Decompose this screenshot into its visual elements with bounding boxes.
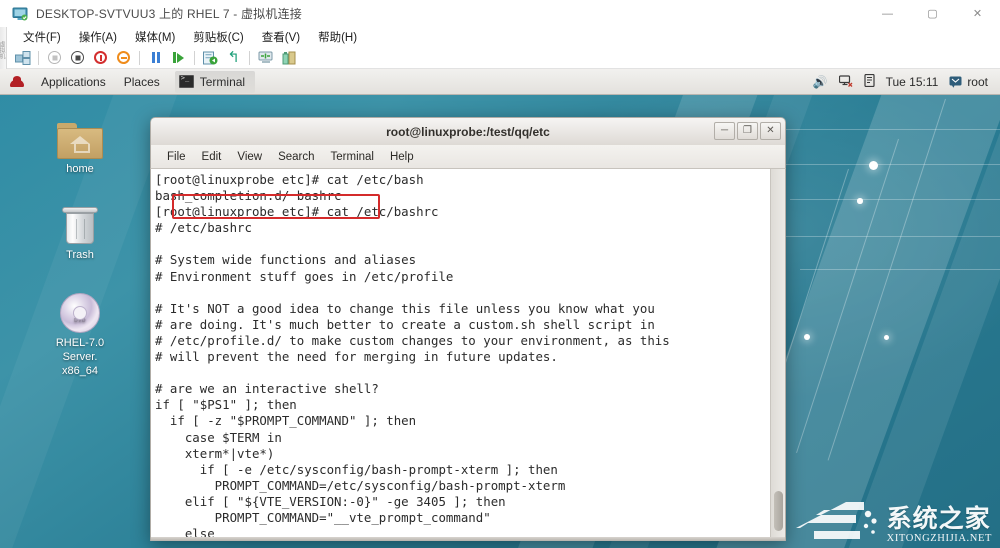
volume-icon[interactable]: 🔊 — [813, 76, 828, 88]
terminal-title: root@linuxprobe:/test/qq/etc — [386, 124, 550, 139]
menu-clipboard[interactable]: 剪贴板(C) — [184, 27, 252, 47]
terminal-menu-file[interactable]: File — [159, 149, 194, 165]
terminal-window-buttons: ─ ❐ ✕ — [714, 122, 781, 140]
hyperv-window-buttons: — ▢ ✕ — [865, 0, 1000, 27]
user-status-icon — [949, 76, 962, 88]
toolbar-separator — [38, 50, 39, 65]
power-off-icon[interactable] — [90, 48, 111, 68]
terminal-scrollbar-thumb[interactable] — [774, 491, 783, 531]
folder-home-icon — [37, 111, 123, 159]
terminal-icon — [178, 74, 194, 88]
terminal-output-text: [root@linuxprobe etc]# cat /etc/bash bas… — [155, 172, 670, 541]
save-state-icon[interactable] — [113, 48, 134, 68]
watermark-english: XITONGZHIJIA.NET — [886, 533, 992, 544]
ctrl-alt-del-icon[interactable] — [12, 48, 33, 68]
terminal-output-area[interactable]: [root@linuxprobe etc]# cat /etc/bash bas… — [150, 169, 786, 541]
desktop-icon-rhel-dvd-label: RHEL-7.0 Server. x86_64 — [55, 337, 105, 377]
minimize-button[interactable]: — — [865, 0, 910, 27]
terminal-minimize-button[interactable]: ─ — [714, 122, 735, 140]
settings-icon[interactable] — [278, 48, 299, 68]
resume-icon[interactable] — [168, 48, 189, 68]
toolbar-separator — [194, 50, 195, 65]
network-disconnected-icon[interactable] — [838, 74, 853, 89]
desktop-icon-trash-label: Trash — [66, 249, 94, 261]
terminal-bottom-edge — [150, 537, 786, 541]
pause-icon[interactable] — [145, 48, 166, 68]
user-menu[interactable]: root — [949, 75, 988, 89]
applications-menu[interactable]: Applications — [32, 75, 115, 89]
menu-action[interactable]: 操作(A) — [70, 27, 126, 47]
site-watermark: 系统之家 XITONGZHIJIA.NET — [794, 498, 992, 544]
enhanced-session-icon[interactable] — [255, 48, 276, 68]
terminal-menu-help[interactable]: Help — [382, 149, 422, 165]
terminal-menu-search[interactable]: Search — [270, 149, 322, 165]
clock[interactable]: Tue 15:11 — [886, 75, 939, 89]
redhat-logo-icon — [9, 75, 25, 88]
menu-media[interactable]: 媒体(M) — [126, 27, 184, 47]
vm-screen[interactable]: Applications Places Terminal 🔊 — [0, 69, 1000, 548]
menu-view[interactable]: 查看(V) — [253, 27, 309, 47]
watermark-chinese: 系统之家 — [886, 504, 991, 533]
revert-icon[interactable]: ↰ — [223, 48, 244, 68]
dvd-disc-text: DVD — [74, 318, 86, 325]
hyperv-title: DESKTOP-SVTVUU3 上的 RHEL 7 - 虚拟机连接 — [36, 7, 302, 21]
terminal-close-button[interactable]: ✕ — [760, 122, 781, 140]
screenshot-root: 虚拟机 DESKTOP-SVTVUU3 上的 RHEL 7 - 虚拟机连接 — … — [0, 0, 1000, 548]
maximize-button[interactable]: ▢ — [910, 0, 955, 27]
hyperv-toolbar: ↰ — [7, 47, 1000, 69]
desktop-icon-rhel-dvd[interactable]: DVD RHEL-7.0 Server. x86_64 — [37, 285, 123, 378]
watermark-logo-icon — [794, 498, 880, 544]
user-name: root — [967, 74, 988, 89]
terminal-scrollbar[interactable] — [770, 169, 785, 541]
close-button[interactable]: ✕ — [955, 0, 1000, 27]
taskbar-window-label: Terminal — [199, 74, 246, 89]
toolbar-separator — [139, 50, 140, 65]
terminal-window[interactable]: root@linuxprobe:/test/qq/etc ─ ❐ ✕ File … — [150, 117, 786, 541]
vm-monitor-icon — [12, 7, 28, 21]
terminal-menu-view[interactable]: View — [229, 149, 270, 165]
menu-file[interactable]: 文件(F) — [14, 27, 70, 47]
desktop-icon-home-label: home — [66, 163, 94, 175]
terminal-titlebar: root@linuxprobe:/test/qq/etc ─ ❐ ✕ — [150, 117, 786, 145]
notes-icon[interactable] — [863, 73, 875, 89]
desktop-icon-trash[interactable]: Trash — [37, 197, 123, 263]
dvd-disc-icon: DVD — [37, 285, 123, 333]
checkpoint-icon[interactable] — [200, 48, 221, 68]
start-icon[interactable] — [44, 48, 65, 68]
gnome-top-panel: Applications Places Terminal 🔊 — [0, 69, 1000, 95]
hyperv-menubar: 文件(F) 操作(A) 媒体(M) 剪贴板(C) 查看(V) 帮助(H) — [7, 27, 1000, 47]
terminal-menu-edit[interactable]: Edit — [194, 149, 230, 165]
trash-icon — [37, 197, 123, 245]
menu-help[interactable]: 帮助(H) — [309, 27, 366, 47]
shutdown-icon[interactable] — [67, 48, 88, 68]
places-menu[interactable]: Places — [115, 75, 169, 89]
toolbar-separator — [249, 50, 250, 65]
terminal-menu-terminal[interactable]: Terminal — [323, 149, 382, 165]
panel-status-area: 🔊 Tue 15:11 root — [813, 73, 1000, 89]
terminal-maximize-button[interactable]: ❐ — [737, 122, 758, 140]
terminal-menubar: File Edit View Search Terminal Help — [150, 145, 786, 169]
desktop-icon-home[interactable]: home — [37, 111, 123, 177]
taskbar-window-terminal[interactable]: Terminal — [174, 70, 256, 93]
hyperv-titlebar: DESKTOP-SVTVUU3 上的 RHEL 7 - 虚拟机连接 — ▢ ✕ — [0, 0, 1000, 27]
